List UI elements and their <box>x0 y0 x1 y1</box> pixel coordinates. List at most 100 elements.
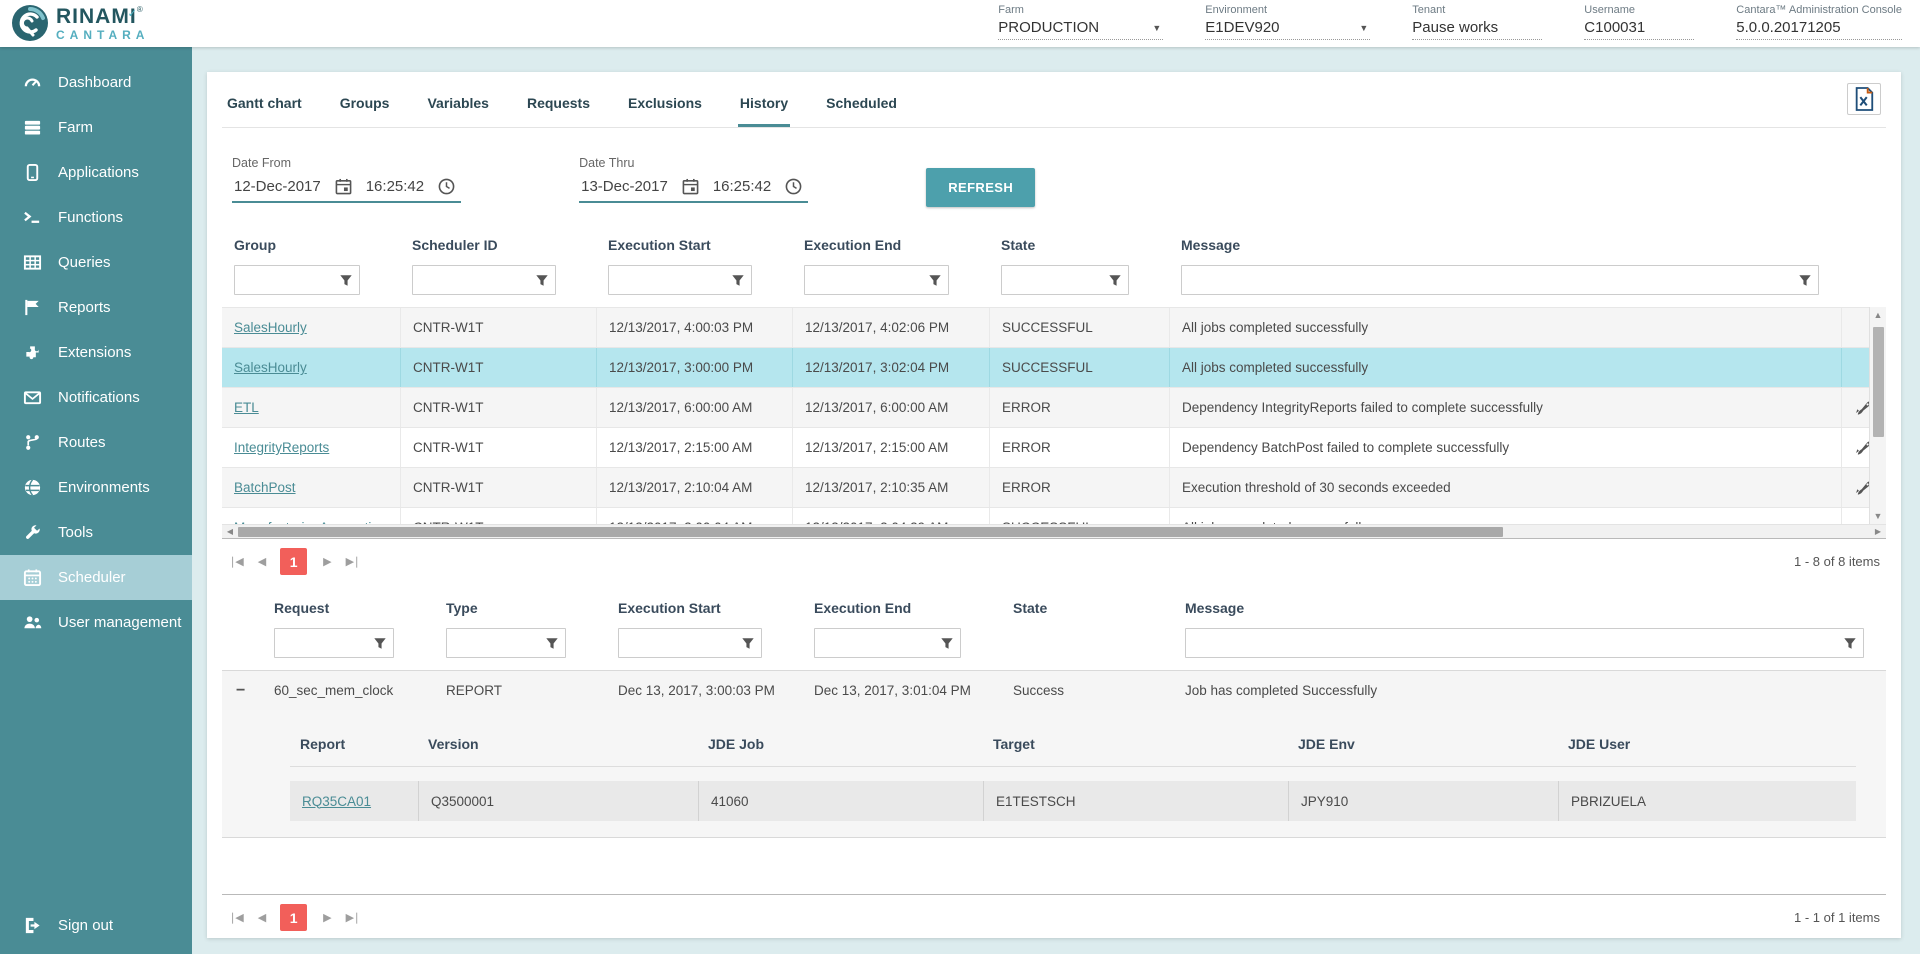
sidebar-item-user-management[interactable]: User management <box>0 600 192 645</box>
scroll-right-icon[interactable]: ▶ <box>1870 527 1886 536</box>
column-header-scheduler-id[interactable]: Scheduler ID <box>400 229 596 263</box>
next-page-icon[interactable]: ▶ <box>323 911 329 924</box>
group-link[interactable]: SalesHourly <box>234 320 307 335</box>
column-header-execution-start[interactable]: Execution Start <box>596 229 792 263</box>
table-row-selected[interactable]: SalesHourly CNTR-W1T 12/13/2017, 3:00:00… <box>222 347 1886 387</box>
last-page-icon[interactable]: ▶❘ <box>346 911 360 924</box>
filter-funnel-icon[interactable] <box>735 636 761 650</box>
request-row[interactable]: − 60_sec_mem_clock REPORT Dec 13, 2017, … <box>222 670 1886 710</box>
scrollbar-thumb[interactable] <box>238 527 1503 537</box>
filter-funnel-icon[interactable] <box>333 273 359 287</box>
filter-funnel-icon[interactable] <box>529 273 555 287</box>
date-thru-value[interactable]: 13-Dec-2017 <box>581 178 668 195</box>
column-header-target[interactable]: Target <box>983 730 1288 766</box>
scroll-up-icon[interactable]: ▲ <box>1874 307 1883 323</box>
tab-gantt-chart[interactable]: Gantt chart <box>225 85 304 127</box>
current-page-button[interactable]: 1 <box>280 904 307 931</box>
clipped-table-row[interactable]: ManufacturingAccounting CNTR-W1T 12/13/2… <box>222 507 1886 524</box>
execution-end-filter-input[interactable] <box>815 630 934 656</box>
scroll-down-icon[interactable]: ▼ <box>1874 508 1883 524</box>
message-filter-input[interactable] <box>1182 267 1792 293</box>
current-page-button[interactable]: 1 <box>280 548 307 575</box>
group-link[interactable]: SalesHourly <box>234 360 307 375</box>
filter-funnel-icon[interactable] <box>1837 636 1863 650</box>
time-from-clock-button[interactable] <box>438 178 455 195</box>
vertical-scrollbar[interactable]: ▲ ▼ <box>1869 307 1886 524</box>
table-row[interactable]: ETL CNTR-W1T 12/13/2017, 6:00:00 AM 12/1… <box>222 387 1886 427</box>
column-header-execution-end[interactable]: Execution End <box>792 229 989 263</box>
export-excel-button[interactable] <box>1847 83 1881 115</box>
refresh-button[interactable]: REFRESH <box>926 168 1035 207</box>
group-link[interactable]: ETL <box>234 400 259 415</box>
sidebar-item-applications[interactable]: Applications <box>0 150 192 195</box>
column-header-group[interactable]: Group <box>222 229 400 263</box>
collapse-row-icon[interactable]: − <box>222 682 262 700</box>
execution-start-filter-input[interactable] <box>609 267 725 293</box>
tab-groups[interactable]: Groups <box>338 85 392 127</box>
table-row[interactable]: IntegrityReports CNTR-W1T 12/13/2017, 2:… <box>222 427 1886 467</box>
scheduler-id-filter-input[interactable] <box>413 267 529 293</box>
group-filter-input[interactable] <box>235 267 333 293</box>
type-filter-input[interactable] <box>447 630 539 656</box>
first-page-icon[interactable]: ❘◀ <box>228 555 242 568</box>
time-thru-value[interactable]: 16:25:42 <box>713 178 771 195</box>
sidebar-item-functions[interactable]: Functions <box>0 195 192 240</box>
sidebar-item-tools[interactable]: Tools <box>0 510 192 555</box>
filter-funnel-icon[interactable] <box>367 636 393 650</box>
environment-select[interactable]: E1DEV920 ▼ <box>1205 19 1370 40</box>
horizontal-scrollbar[interactable]: ◀ ▶ <box>222 524 1886 538</box>
column-header-state[interactable]: State <box>989 229 1169 263</box>
group-link[interactable]: ManufacturingAccounting <box>234 520 386 524</box>
next-page-icon[interactable]: ▶ <box>323 555 329 568</box>
table-row[interactable]: BatchPost CNTR-W1T 12/13/2017, 2:10:04 A… <box>222 467 1886 507</box>
column-header-jde-env[interactable]: JDE Env <box>1288 730 1558 766</box>
message-filter-input[interactable] <box>1186 630 1837 656</box>
execution-end-filter-input[interactable] <box>805 267 922 293</box>
table-row[interactable]: SalesHourly CNTR-W1T 12/13/2017, 4:00:03… <box>222 307 1886 347</box>
tab-requests[interactable]: Requests <box>525 85 592 127</box>
previous-page-icon[interactable]: ◀ <box>258 555 264 568</box>
column-header-message[interactable]: Message <box>1173 592 1886 626</box>
column-header-state[interactable]: State <box>1001 592 1173 626</box>
column-header-report[interactable]: Report <box>290 730 418 766</box>
sidebar-item-extensions[interactable]: Extensions <box>0 330 192 375</box>
time-thru-clock-button[interactable] <box>785 178 802 195</box>
execution-start-filter-input[interactable] <box>619 630 735 656</box>
sign-out-button[interactable]: Sign out <box>0 903 192 948</box>
sidebar-item-farm[interactable]: Farm <box>0 105 192 150</box>
filter-funnel-icon[interactable] <box>922 273 948 287</box>
state-filter-input[interactable] <box>1002 267 1102 293</box>
previous-page-icon[interactable]: ◀ <box>258 911 264 924</box>
tab-variables[interactable]: Variables <box>425 85 491 127</box>
date-from-value[interactable]: 12-Dec-2017 <box>234 178 321 195</box>
sidebar-item-routes[interactable]: Routes <box>0 420 192 465</box>
tab-history[interactable]: History <box>738 85 790 127</box>
column-header-type[interactable]: Type <box>434 592 606 626</box>
filter-funnel-icon[interactable] <box>1102 273 1128 287</box>
column-header-jde-user[interactable]: JDE User <box>1558 730 1856 766</box>
tab-scheduled[interactable]: Scheduled <box>824 85 899 127</box>
filter-funnel-icon[interactable] <box>539 636 565 650</box>
sidebar-item-scheduler[interactable]: Scheduler <box>0 555 192 600</box>
column-header-version[interactable]: Version <box>418 730 698 766</box>
request-filter-input[interactable] <box>275 630 367 656</box>
sidebar-item-notifications[interactable]: Notifications <box>0 375 192 420</box>
filter-funnel-icon[interactable] <box>725 273 751 287</box>
column-header-request[interactable]: Request <box>262 592 434 626</box>
column-header-message[interactable]: Message <box>1169 229 1841 263</box>
filter-funnel-icon[interactable] <box>934 636 960 650</box>
scroll-left-icon[interactable]: ◀ <box>222 527 238 536</box>
sidebar-item-dashboard[interactable]: Dashboard <box>0 60 192 105</box>
last-page-icon[interactable]: ▶❘ <box>346 555 360 568</box>
date-thru-calendar-button[interactable] <box>682 178 699 195</box>
farm-select[interactable]: PRODUCTION ▼ <box>998 19 1163 40</box>
sidebar-item-queries[interactable]: Queries <box>0 240 192 285</box>
group-link[interactable]: BatchPost <box>234 480 296 495</box>
group-link[interactable]: IntegrityReports <box>234 440 329 455</box>
scrollbar-thumb[interactable] <box>1873 327 1884 437</box>
report-link[interactable]: RQ35CA01 <box>302 794 371 809</box>
sidebar-item-environments[interactable]: Environments <box>0 465 192 510</box>
time-from-value[interactable]: 16:25:42 <box>366 178 424 195</box>
first-page-icon[interactable]: ❘◀ <box>228 911 242 924</box>
detail-row[interactable]: RQ35CA01 Q3500001 41060 E1TESTSCH JPY910… <box>290 781 1856 821</box>
